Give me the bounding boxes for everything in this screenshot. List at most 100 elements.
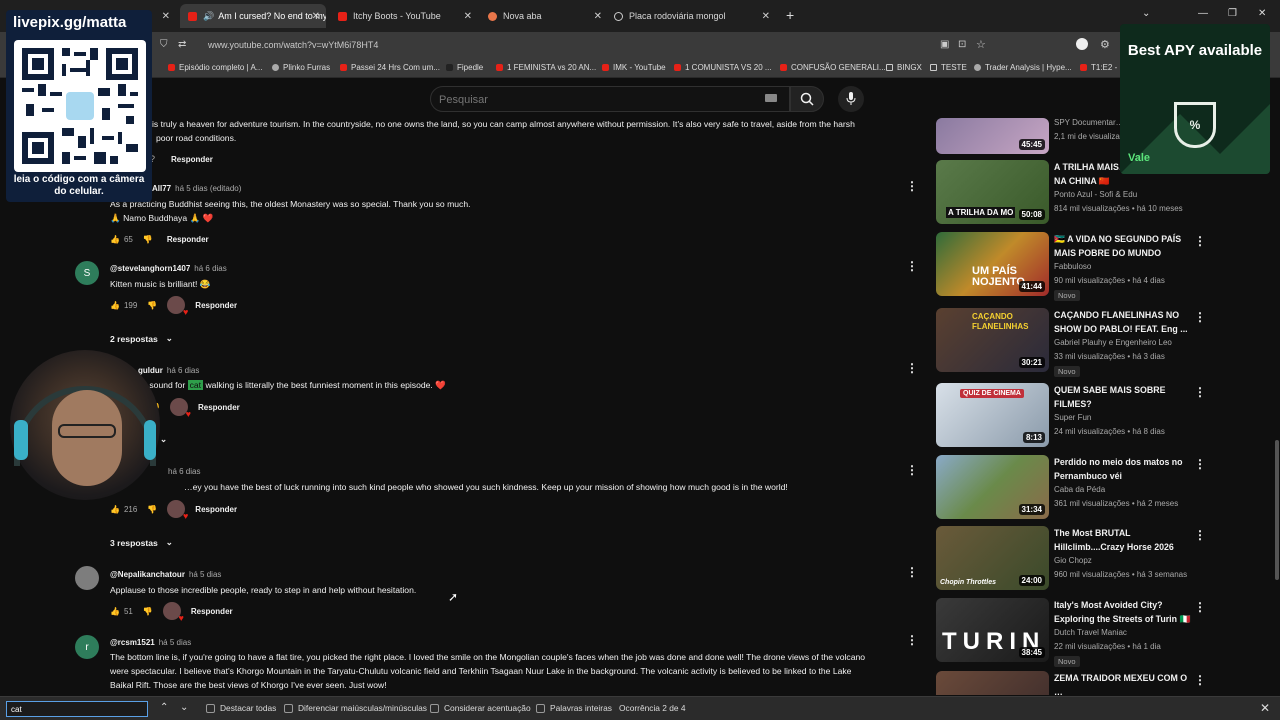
video-title[interactable]: QUEM SABE MAIS SOBRE FILMES? <box>1054 383 1192 411</box>
find-previous-icon[interactable]: ⌃ <box>160 702 168 713</box>
close-icon[interactable]: ✕ <box>312 11 320 22</box>
bookmark-item[interactable]: Trader Analysis | Hype... <box>974 63 1072 72</box>
tab-search-chevron-icon[interactable]: ⌄ <box>1142 8 1150 19</box>
cast-icon[interactable]: ▣ <box>940 39 949 50</box>
tab-close-partial[interactable]: ✕ <box>152 4 176 28</box>
video-menu-icon[interactable]: ⋮ <box>1194 386 1206 398</box>
view-replies-button[interactable]: 3 respostas ⌄ <box>110 537 173 548</box>
channel-name[interactable]: Dutch Travel Maniac <box>1054 628 1127 637</box>
find-next-icon[interactable]: ⌄ <box>180 702 188 713</box>
video-title[interactable]: Italy's Most Avoided City? Exploring the… <box>1054 598 1192 626</box>
bookmark-item[interactable]: Episódio completo | A... <box>168 63 262 72</box>
shield-icon[interactable]: ⛉ <box>160 39 168 50</box>
comment-menu-icon[interactable]: ⋮ <box>906 464 918 476</box>
bookmark-item[interactable]: Passei 24 Hrs Com um... <box>340 63 440 72</box>
video-thumbnail[interactable]: Chopin Throttles 24:00 <box>936 526 1049 590</box>
video-thumbnail[interactable]: CAÇANDO FLANELINHAS 30:21 <box>936 308 1049 372</box>
comment-author[interactable]: há 6 dias <box>164 467 200 476</box>
reply-button[interactable]: Responder <box>191 607 233 616</box>
bookmark-item[interactable]: 1 FEMINISTA vs 20 AN... <box>496 63 596 72</box>
comment-menu-icon[interactable]: ⋮ <box>906 180 918 192</box>
bookmark-item[interactable]: T1:E2 - <box>1080 63 1117 72</box>
tab-itchy-boots[interactable]: Itchy Boots - YouTube ✕ <box>330 4 478 28</box>
bookmark-folder[interactable]: BINGX <box>886 63 922 72</box>
recommendation-item[interactable]: UM PAÍS NOJENTO 41:44 🇲🇿 A VIDA NO SEGUN… <box>936 232 1216 301</box>
download-icon[interactable]: ⊡ <box>958 39 966 50</box>
video-menu-icon[interactable]: ⋮ <box>1194 458 1206 470</box>
like-icon[interactable]: 👍 <box>110 607 120 616</box>
site-settings-icon[interactable]: ⇄ <box>178 39 186 50</box>
video-menu-icon[interactable]: ⋮ <box>1194 674 1206 686</box>
reply-button[interactable]: Responder <box>195 301 237 310</box>
like-icon[interactable]: 👍 <box>110 505 120 514</box>
video-title[interactable]: 🇲🇿 A VIDA NO SEGUNDO PAÍS MAIS POBRE DO … <box>1054 232 1192 260</box>
reply-button[interactable]: Responder <box>198 403 240 412</box>
match-diacritics-checkbox[interactable]: Considerar acentuação <box>430 703 531 713</box>
keyboard-icon[interactable] <box>765 94 777 102</box>
channel-name[interactable]: Caba da Péda <box>1054 485 1105 494</box>
maximize-icon[interactable]: ❐ <box>1228 8 1237 19</box>
video-title[interactable]: The Most BRUTAL Hillclimb....Crazy Horse… <box>1054 526 1192 554</box>
close-icon[interactable]: ✕ <box>762 11 770 22</box>
highlight-all-checkbox[interactable]: Destacar todas <box>206 703 276 713</box>
video-thumbnail[interactable]: UM PAÍS NOJENTO 41:44 <box>936 232 1049 296</box>
search-input[interactable] <box>439 91 759 109</box>
avatar[interactable]: r <box>75 635 99 659</box>
bookmark-item[interactable]: Plinko Furras <box>272 63 330 72</box>
video-thumbnail[interactable]: 31:34 <box>936 455 1049 519</box>
channel-name[interactable]: Gio Chopz <box>1054 556 1092 565</box>
dislike-icon[interactable]: 👎 <box>143 235 153 244</box>
comment-author[interactable]: @rcsm1521 há 5 dias <box>110 638 191 647</box>
video-title[interactable]: ZEMA TRAIDOR MEXEU COM O … <box>1054 671 1192 695</box>
video-thumbnail[interactable] <box>936 671 1049 695</box>
voice-search-button[interactable] <box>838 86 864 112</box>
recommendation-item[interactable]: CAÇANDO FLANELINHAS 30:21 CAÇANDO FLANEL… <box>936 308 1216 377</box>
close-icon[interactable]: ✕ <box>162 11 170 22</box>
reply-button[interactable]: Responder <box>171 155 213 164</box>
dislike-icon[interactable]: 👎 <box>147 505 157 514</box>
recommendation-item[interactable]: 31:34 Perdido no meio dos matos no Perna… <box>936 455 1216 521</box>
channel-name[interactable]: Super Fun <box>1054 413 1091 422</box>
find-close-icon[interactable]: ✕ <box>1260 701 1270 715</box>
minimize-icon[interactable]: — <box>1198 8 1208 19</box>
tab-new-tab[interactable]: Nova aba ✕ <box>480 4 608 28</box>
extensions-icon[interactable]: ⚙ <box>1100 38 1110 51</box>
close-icon[interactable]: ✕ <box>594 11 602 22</box>
channel-name[interactable]: Fabbuloso <box>1054 262 1091 271</box>
recommendation-item[interactable]: TURIN 38:45 Italy's Most Avoided City? E… <box>936 598 1216 667</box>
bookmark-item[interactable]: Fipedle <box>446 63 483 72</box>
comment-menu-icon[interactable]: ⋮ <box>906 634 918 646</box>
star-icon[interactable]: ☆ <box>976 38 986 51</box>
video-menu-icon[interactable]: ⋮ <box>1194 311 1206 323</box>
video-title[interactable]: CAÇANDO FLANELINHAS NO SHOW DO PABLO! FE… <box>1054 308 1192 336</box>
recommendation-item[interactable]: QUIZ DE CINEMA 8:13 QUEM SABE MAIS SOBRE… <box>936 383 1216 449</box>
bookmark-item[interactable]: IMK - YouTube <box>602 63 666 72</box>
reply-button[interactable]: Responder <box>195 505 237 514</box>
new-tab-button[interactable]: + <box>786 7 794 23</box>
like-icon[interactable]: 👍 <box>110 235 120 244</box>
channel-name[interactable]: Ponto Azul - Sofi & Edu <box>1054 190 1137 199</box>
bookmark-folder[interactable]: TESTE <box>930 63 967 72</box>
comment-author[interactable]: All77 há 5 dias (editado) <box>152 184 241 193</box>
video-menu-icon[interactable]: ⋮ <box>1194 529 1206 541</box>
comment-author[interactable]: @Nepalikanchatour há 5 dias <box>110 570 221 579</box>
bookmark-item[interactable]: 1 COMUNISTA VS 20 ... <box>674 63 772 72</box>
channel-name[interactable]: Gabriel Plauhy e Engenheiro Leo <box>1054 338 1172 347</box>
comment-menu-icon[interactable]: ⋮ <box>906 260 918 272</box>
scrollbar[interactable] <box>1275 440 1279 580</box>
comment-menu-icon[interactable]: ⋮ <box>906 566 918 578</box>
close-icon[interactable]: ✕ <box>464 11 472 22</box>
view-replies-button[interactable]: ⌄ <box>160 434 167 445</box>
avatar[interactable]: S <box>75 261 99 285</box>
like-icon[interactable]: 👍 <box>110 301 120 310</box>
url-field[interactable]: www.youtube.com/watch?v=wYtM6i78HT4 <box>208 40 378 50</box>
find-input[interactable] <box>6 701 148 717</box>
video-thumbnail[interactable]: TURIN 38:45 <box>936 598 1049 662</box>
bookmark-item[interactable]: CONFUSÃO GENERALI... <box>780 63 886 72</box>
tab-current-video[interactable]: 🔊 Am I cursed? No end to my ✕ <box>180 4 326 28</box>
window-close-icon[interactable]: ✕ <box>1258 8 1266 19</box>
video-title[interactable]: Perdido no meio dos matos no Pernambuco … <box>1054 455 1192 483</box>
video-menu-icon[interactable]: ⋮ <box>1194 601 1206 613</box>
dislike-icon[interactable]: 👎 <box>147 301 157 310</box>
comment-author[interactable]: @stevelanghorn1407 há 6 dias <box>110 264 227 273</box>
